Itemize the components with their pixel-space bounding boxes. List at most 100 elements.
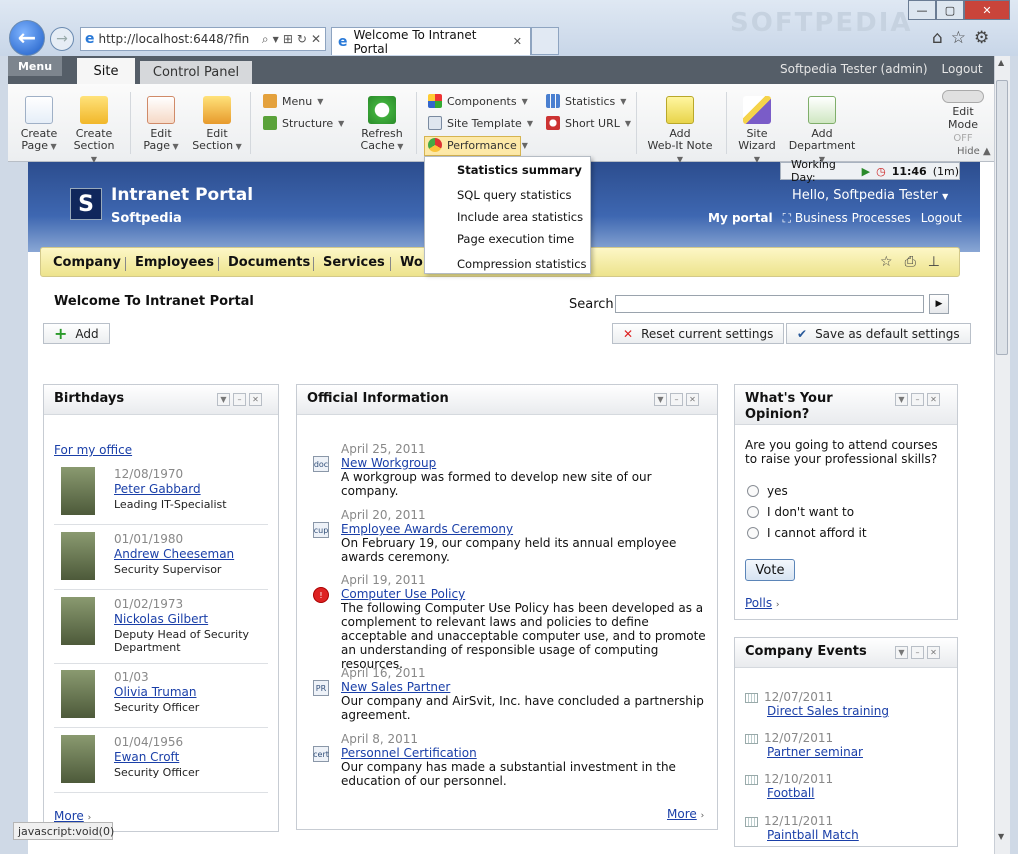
greeting[interactable]: Hello, Softpedia Tester ▼ <box>792 188 948 203</box>
menu-item-compression-statistics[interactable]: Compression statistics <box>457 257 587 271</box>
my-portal-link[interactable]: My portal <box>708 211 773 226</box>
close-icon[interactable]: ✕ <box>249 393 262 406</box>
components-button[interactable]: Components ▼ <box>428 94 528 108</box>
polls-link[interactable]: Polls › <box>745 596 780 610</box>
sitemap-icon[interactable]: ⊥ <box>928 254 940 270</box>
event-link[interactable]: Direct Sales training <box>745 704 945 718</box>
home-icon[interactable]: ⌂ <box>932 28 943 48</box>
radio-button[interactable] <box>747 506 759 518</box>
gear-icon[interactable]: ⚙ <box>974 28 989 48</box>
create-section-button[interactable]: Create Section ▼ <box>70 96 118 166</box>
for-my-office-link[interactable]: For my office <box>54 443 132 457</box>
collapse-icon[interactable]: ▼ <box>217 393 230 406</box>
short-url-button[interactable]: Short URL ▼ <box>546 116 631 130</box>
event-link[interactable]: Paintball Match <box>745 828 945 842</box>
event-link[interactable]: Partner seminar <box>745 745 945 759</box>
favorite-star-icon[interactable]: ☆ <box>880 254 893 270</box>
edit-mode-toggle[interactable] <box>942 90 984 103</box>
news-link[interactable]: Computer Use Policy <box>341 587 709 601</box>
back-button[interactable]: ← <box>9 20 45 56</box>
vote-button[interactable]: Vote <box>745 559 795 581</box>
collapse-icon[interactable]: ▼ <box>895 393 908 406</box>
poll-option-cannot-afford[interactable]: I cannot afford it <box>747 526 867 540</box>
minimize-icon[interactable]: – <box>233 393 246 406</box>
add-department-button[interactable]: Add Department ▼ <box>786 96 858 166</box>
search-go-button[interactable]: ▶ <box>929 294 949 314</box>
toolbar-logout[interactable]: Logout <box>942 62 983 76</box>
close-icon[interactable]: ✕ <box>686 393 699 406</box>
minimize-icon[interactable]: – <box>911 646 924 659</box>
browser-tab[interactable]: e Welcome To Intranet Portal ✕ <box>331 27 531 56</box>
collapse-icon[interactable]: ▼ <box>654 393 667 406</box>
person-link[interactable]: Nickolas Gilbert <box>114 612 208 626</box>
tab-close-icon[interactable]: ✕ <box>513 35 522 48</box>
search-input[interactable] <box>615 295 924 313</box>
nav-employees[interactable]: Employees <box>135 255 214 270</box>
add-widget-button[interactable]: + Add <box>43 323 110 344</box>
working-day-widget[interactable]: Working Day: ▶ ◷ 11:46 (1m) <box>780 158 960 184</box>
compat-icon[interactable]: ⊞ <box>283 32 293 46</box>
close-window-button[interactable]: ✕ <box>964 0 1010 20</box>
person-link[interactable]: Andrew Cheeseman <box>114 547 234 561</box>
portal-logo[interactable]: S <box>70 188 102 220</box>
menu-item-include-area-statistics[interactable]: Include area statistics <box>457 210 583 224</box>
site-template-button[interactable]: Site Template ▼ <box>428 116 533 130</box>
close-icon[interactable]: ✕ <box>927 393 940 406</box>
menu-ribbon-button[interactable]: Menu ▼ <box>263 94 323 108</box>
menu-button[interactable]: Menu <box>8 56 62 76</box>
news-link[interactable]: Employee Awards Ceremony <box>341 522 709 536</box>
person-link[interactable]: Ewan Croft <box>114 750 179 764</box>
collapse-icon[interactable]: ▼ <box>895 646 908 659</box>
person-link[interactable]: Olivia Truman <box>114 685 196 699</box>
refresh-cache-button[interactable]: Refresh Cache ▼ <box>358 96 406 153</box>
header-logout-link[interactable]: Logout <box>921 211 962 226</box>
radio-button[interactable] <box>747 527 759 539</box>
official-more-link[interactable]: More › <box>667 807 704 821</box>
birthdays-more-link[interactable]: More › <box>54 809 91 823</box>
structure-button[interactable]: Structure ▼ <box>263 116 344 130</box>
menu-item-statistics-summary[interactable]: Statistics summary <box>457 163 582 177</box>
edit-page-button[interactable]: Edit Page ▼ <box>140 96 182 153</box>
news-link[interactable]: New Workgroup <box>341 456 709 470</box>
add-webit-note-button[interactable]: Add Web-It Note ▼ <box>644 96 716 166</box>
nav-documents[interactable]: Documents <box>228 255 310 270</box>
create-page-button[interactable]: Create Page ▼ <box>18 96 60 153</box>
tab-control-panel[interactable]: Control Panel <box>140 61 252 84</box>
news-link[interactable]: New Sales Partner <box>341 680 709 694</box>
save-default-settings-button[interactable]: ✔ Save as default settings <box>786 323 971 344</box>
favorites-star-icon[interactable]: ☆ <box>951 28 966 48</box>
poll-option-yes[interactable]: yes <box>747 484 788 498</box>
hide-ribbon-link[interactable]: Hide ▲ <box>957 146 991 157</box>
stop-icon[interactable]: ✕ <box>311 32 321 46</box>
refresh-icon[interactable]: ↻ <box>297 32 307 46</box>
scrollbar-thumb[interactable] <box>996 80 1008 355</box>
nav-services[interactable]: Services <box>323 255 385 270</box>
nav-company[interactable]: Company <box>53 255 121 270</box>
site-wizard-button[interactable]: Site Wizard ▼ <box>734 96 780 166</box>
search-icon[interactable]: ⌕ <box>262 32 269 47</box>
print-icon[interactable]: ⎙ <box>905 254 916 270</box>
maximize-button[interactable]: ▢ <box>936 0 964 20</box>
site-title[interactable]: Intranet Portal <box>111 185 253 205</box>
poll-option-dont-want[interactable]: I don't want to <box>747 505 854 519</box>
scroll-down-arrow-icon[interactable]: ▼ <box>998 832 1004 841</box>
radio-button[interactable] <box>747 485 759 497</box>
statistics-button[interactable]: Statistics ▼ <box>546 94 626 108</box>
dropdown-arrow-icon[interactable]: ▼ <box>273 35 279 44</box>
address-bar[interactable]: e http://localhost:6448/?fin ⌕ ▼ ⊞ ↻ ✕ <box>80 27 326 51</box>
forward-button[interactable]: → <box>50 27 74 51</box>
performance-button[interactable]: Performance ▼ <box>428 138 528 152</box>
close-icon[interactable]: ✕ <box>927 646 940 659</box>
reset-settings-button[interactable]: ✕ Reset current settings <box>612 323 785 344</box>
toolbar-user-name[interactable]: Softpedia Tester (admin) <box>780 62 928 76</box>
menu-item-page-execution-time[interactable]: Page execution time <box>457 232 574 246</box>
scroll-up-arrow-icon[interactable]: ▲ <box>998 58 1004 67</box>
tab-site[interactable]: Site <box>77 58 135 84</box>
edit-section-button[interactable]: Edit Section ▼ <box>192 96 242 153</box>
business-processes-link[interactable]: ⛶ Business Processes <box>783 211 911 226</box>
person-link[interactable]: Peter Gabbard <box>114 482 201 496</box>
menu-item-sql-query-statistics[interactable]: SQL query statistics <box>457 188 572 202</box>
minimize-icon[interactable]: – <box>670 393 683 406</box>
nav-workgroups[interactable]: Wo <box>400 255 423 270</box>
new-tab-button[interactable] <box>531 27 559 55</box>
